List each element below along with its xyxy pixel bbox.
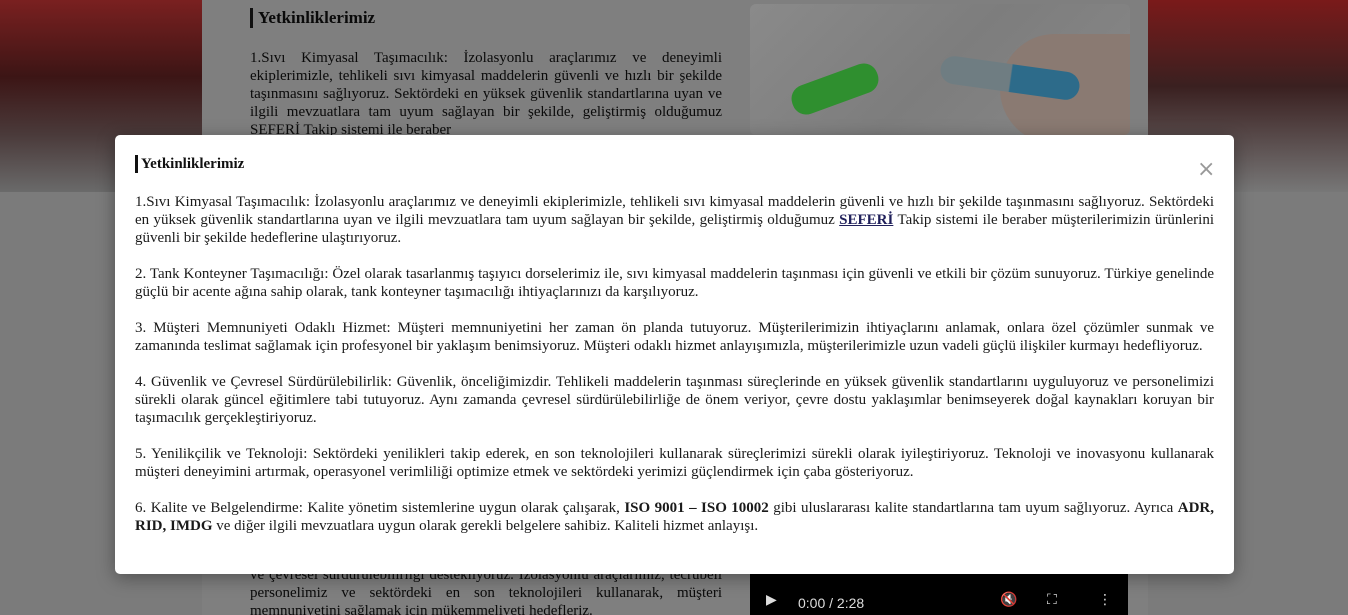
seferi-link[interactable]: SEFERİ <box>839 212 893 228</box>
green-test-tube <box>787 59 883 119</box>
section-title: Yetkinliklerimiz <box>250 8 375 28</box>
section-intro-text: 1.Sıvı Kimyasal Taşımacılık: İzolasyonlu… <box>250 50 722 135</box>
more-options-icon[interactable]: ⋮ <box>1098 592 1112 608</box>
video-time: 0:00 / 2:28 <box>798 595 865 611</box>
chemistry-image <box>750 4 1130 135</box>
mute-icon[interactable]: 🔇 <box>1000 592 1017 608</box>
fullscreen-icon[interactable]: ⛶ <box>1047 592 1057 608</box>
modal-body: 1.Sıvı Kimyasal Taşımacılık: İzolasyonlu… <box>135 193 1214 553</box>
iso-standards: ISO 9001 – ISO 10002 <box>624 500 769 516</box>
modal-title: Yetkinliklerimiz <box>135 155 244 173</box>
play-icon[interactable]: ▶ <box>766 592 777 608</box>
paragraph-3: 3. Müşteri Memnuniyeti Odaklı Hizmet: Mü… <box>135 320 1214 354</box>
paragraph-2: 2. Tank Konteyner Taşımacılığı: Özel ola… <box>135 266 1214 300</box>
paragraph-1: 1.Sıvı Kimyasal Taşımacılık: İzolasyonlu… <box>135 194 1215 246</box>
video-player[interactable]: ▶ 0:00 / 2:28 🔇 ⛶ ⋮ <box>750 574 1128 615</box>
paragraph-5: 5. Yenilikçilik ve Teknoloji: Sektördeki… <box>135 446 1214 480</box>
paragraph-4: 4. Güvenlik ve Çevresel Sürdürülebilirli… <box>135 374 1214 426</box>
close-icon[interactable]: × <box>1197 159 1215 181</box>
competencies-modal: Yetkinliklerimiz × 1.Sıvı Kimyasal Taşım… <box>115 135 1234 574</box>
paragraph-6: 6. Kalite ve Belgelendirme: Kalite yönet… <box>135 500 1215 534</box>
